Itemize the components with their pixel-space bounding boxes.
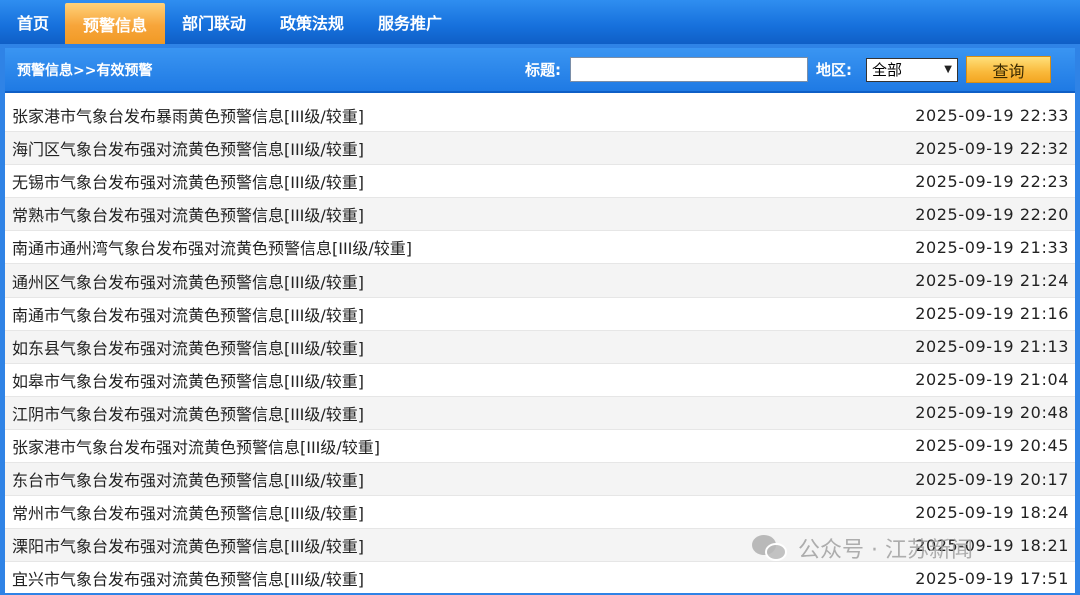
alert-time: 2025-09-19 21:04: [915, 370, 1069, 390]
alert-row[interactable]: 南通市气象台发布强对流黄色预警信息[III级/较重] 2025-09-19 21:…: [5, 298, 1075, 331]
breadcrumb: 预警信息>>有效预警: [17, 62, 153, 79]
alert-title-link[interactable]: 常州市气象台发布强对流黄色预警信息[III级/较重]: [12, 500, 364, 524]
region-selected-value: 全部: [872, 61, 903, 79]
alert-title-link[interactable]: 无锡市气象台发布强对流黄色预警信息[III级/较重]: [12, 169, 364, 193]
alert-title-link[interactable]: 如皋市气象台发布强对流黄色预警信息[III级/较重]: [12, 368, 364, 392]
title-search-input[interactable]: [570, 57, 808, 82]
region-label: 地区:: [816, 61, 852, 79]
alert-title-link[interactable]: 通州区气象台发布强对流黄色预警信息[III级/较重]: [12, 269, 364, 293]
alert-row[interactable]: 海门区气象台发布强对流黄色预警信息[III级/较重] 2025-09-19 22:…: [5, 132, 1075, 166]
alert-row[interactable]: 江阴市气象台发布强对流黄色预警信息[III级/较重] 2025-09-19 20:…: [5, 396, 1075, 430]
alert-row[interactable]: 如东县气象台发布强对流黄色预警信息[III级/较重] 2025-09-19 21:…: [5, 330, 1075, 364]
nav-warning-info[interactable]: 预警信息: [65, 3, 166, 44]
content-frame: 预警信息>>有效预警 标题: 地区: 全部 ▼ 查询 张家港市气象台发布暴雨黄色…: [0, 44, 1080, 595]
alert-title-link[interactable]: 张家港市气象台发布强对流黄色预警信息[III级/较重]: [12, 434, 380, 458]
alert-time: 2025-09-19 21:33: [915, 237, 1069, 257]
alert-row[interactable]: 无锡市气象台发布强对流黄色预警信息[III级/较重] 2025-09-19 22:…: [5, 165, 1075, 199]
alert-time: 2025-09-19 21:13: [915, 337, 1069, 357]
alert-title-link[interactable]: 江阴市气象台发布强对流黄色预警信息[III级/较重]: [12, 401, 364, 425]
alert-time: 2025-09-19 21:16: [915, 304, 1069, 324]
alert-title-link[interactable]: 南通市通州湾气象台发布强对流黄色预警信息[III级/较重]: [12, 235, 412, 259]
nav-home[interactable]: 首页: [0, 0, 65, 44]
alert-time: 2025-09-19 22:23: [915, 171, 1069, 191]
alert-time: 2025-09-19 21:24: [915, 271, 1069, 291]
alert-row[interactable]: 东台市气象台发布强对流黄色预警信息[III级/较重] 2025-09-19 20:…: [5, 463, 1075, 497]
alert-time: 2025-09-19 22:20: [915, 204, 1069, 224]
alert-title-link[interactable]: 东台市气象台发布强对流黄色预警信息[III级/较重]: [12, 467, 364, 491]
alert-row[interactable]: 如皋市气象台发布强对流黄色预警信息[III级/较重] 2025-09-19 21:…: [5, 364, 1075, 397]
alert-row[interactable]: 常州市气象台发布强对流黄色预警信息[III级/较重] 2025-09-19 18:…: [5, 496, 1075, 530]
alert-row[interactable]: 张家港市气象台发布暴雨黄色预警信息[III级/较重] 2025-09-19 22:…: [5, 99, 1075, 133]
title-label: 标题:: [525, 61, 561, 79]
alert-time: 2025-09-19 18:24: [915, 502, 1069, 522]
alert-time: 2025-09-19 20:48: [915, 403, 1069, 423]
alert-title-link[interactable]: 宜兴市气象台发布强对流黄色预警信息[III级/较重]: [12, 566, 364, 590]
filter-toolbar: 预警信息>>有效预警 标题: 地区: 全部 ▼ 查询: [5, 48, 1075, 93]
alert-title-link[interactable]: 张家港市气象台发布暴雨黄色预警信息[III级/较重]: [12, 103, 364, 127]
chevron-down-icon: ▼: [944, 64, 952, 75]
alert-row[interactable]: 溧阳市气象台发布强对流黄色预警信息[III级/较重] 2025-09-19 18:…: [5, 529, 1075, 563]
alert-title-link[interactable]: 如东县气象台发布强对流黄色预警信息[III级/较重]: [12, 335, 364, 359]
alert-time: 2025-09-19 22:32: [915, 138, 1069, 158]
alert-row[interactable]: 张家港市气象台发布强对流黄色预警信息[III级/较重] 2025-09-19 20…: [5, 430, 1075, 464]
alert-time: 2025-09-19 17:51: [915, 568, 1069, 588]
query-button[interactable]: 查询: [966, 56, 1051, 83]
alert-time: 2025-09-19 20:17: [915, 469, 1069, 489]
nav-service-promotion[interactable]: 服务推广: [361, 0, 459, 44]
alert-title-link[interactable]: 常熟市气象台发布强对流黄色预警信息[III级/较重]: [12, 202, 364, 226]
alert-list: 张家港市气象台发布暴雨黄色预警信息[III级/较重] 2025-09-19 22:…: [5, 93, 1075, 593]
alert-row[interactable]: 宜兴市气象台发布强对流黄色预警信息[III级/较重] 2025-09-19 17:…: [5, 562, 1075, 593]
alert-row[interactable]: 通州区气象台发布强对流黄色预警信息[III级/较重] 2025-09-19 21:…: [5, 264, 1075, 298]
alert-row[interactable]: 南通市通州湾气象台发布强对流黄色预警信息[III级/较重] 2025-09-19 …: [5, 231, 1075, 265]
alert-title-link[interactable]: 南通市气象台发布强对流黄色预警信息[III级/较重]: [12, 302, 364, 326]
top-nav: 首页 预警信息 部门联动 政策法规 服务推广: [0, 0, 1080, 44]
alert-title-link[interactable]: 溧阳市气象台发布强对流黄色预警信息[III级/较重]: [12, 533, 364, 557]
alert-time: 2025-09-19 22:33: [915, 105, 1069, 125]
alert-time: 2025-09-19 20:45: [915, 436, 1069, 456]
nav-department-linkage[interactable]: 部门联动: [165, 0, 263, 44]
alert-time: 2025-09-19 18:21: [915, 535, 1069, 555]
region-select[interactable]: 全部 ▼: [866, 57, 958, 82]
nav-policy-regulations[interactable]: 政策法规: [263, 0, 361, 44]
alert-row[interactable]: 常熟市气象台发布强对流黄色预警信息[III级/较重] 2025-09-19 22:…: [5, 198, 1075, 232]
alert-title-link[interactable]: 海门区气象台发布强对流黄色预警信息[III级/较重]: [12, 136, 364, 160]
